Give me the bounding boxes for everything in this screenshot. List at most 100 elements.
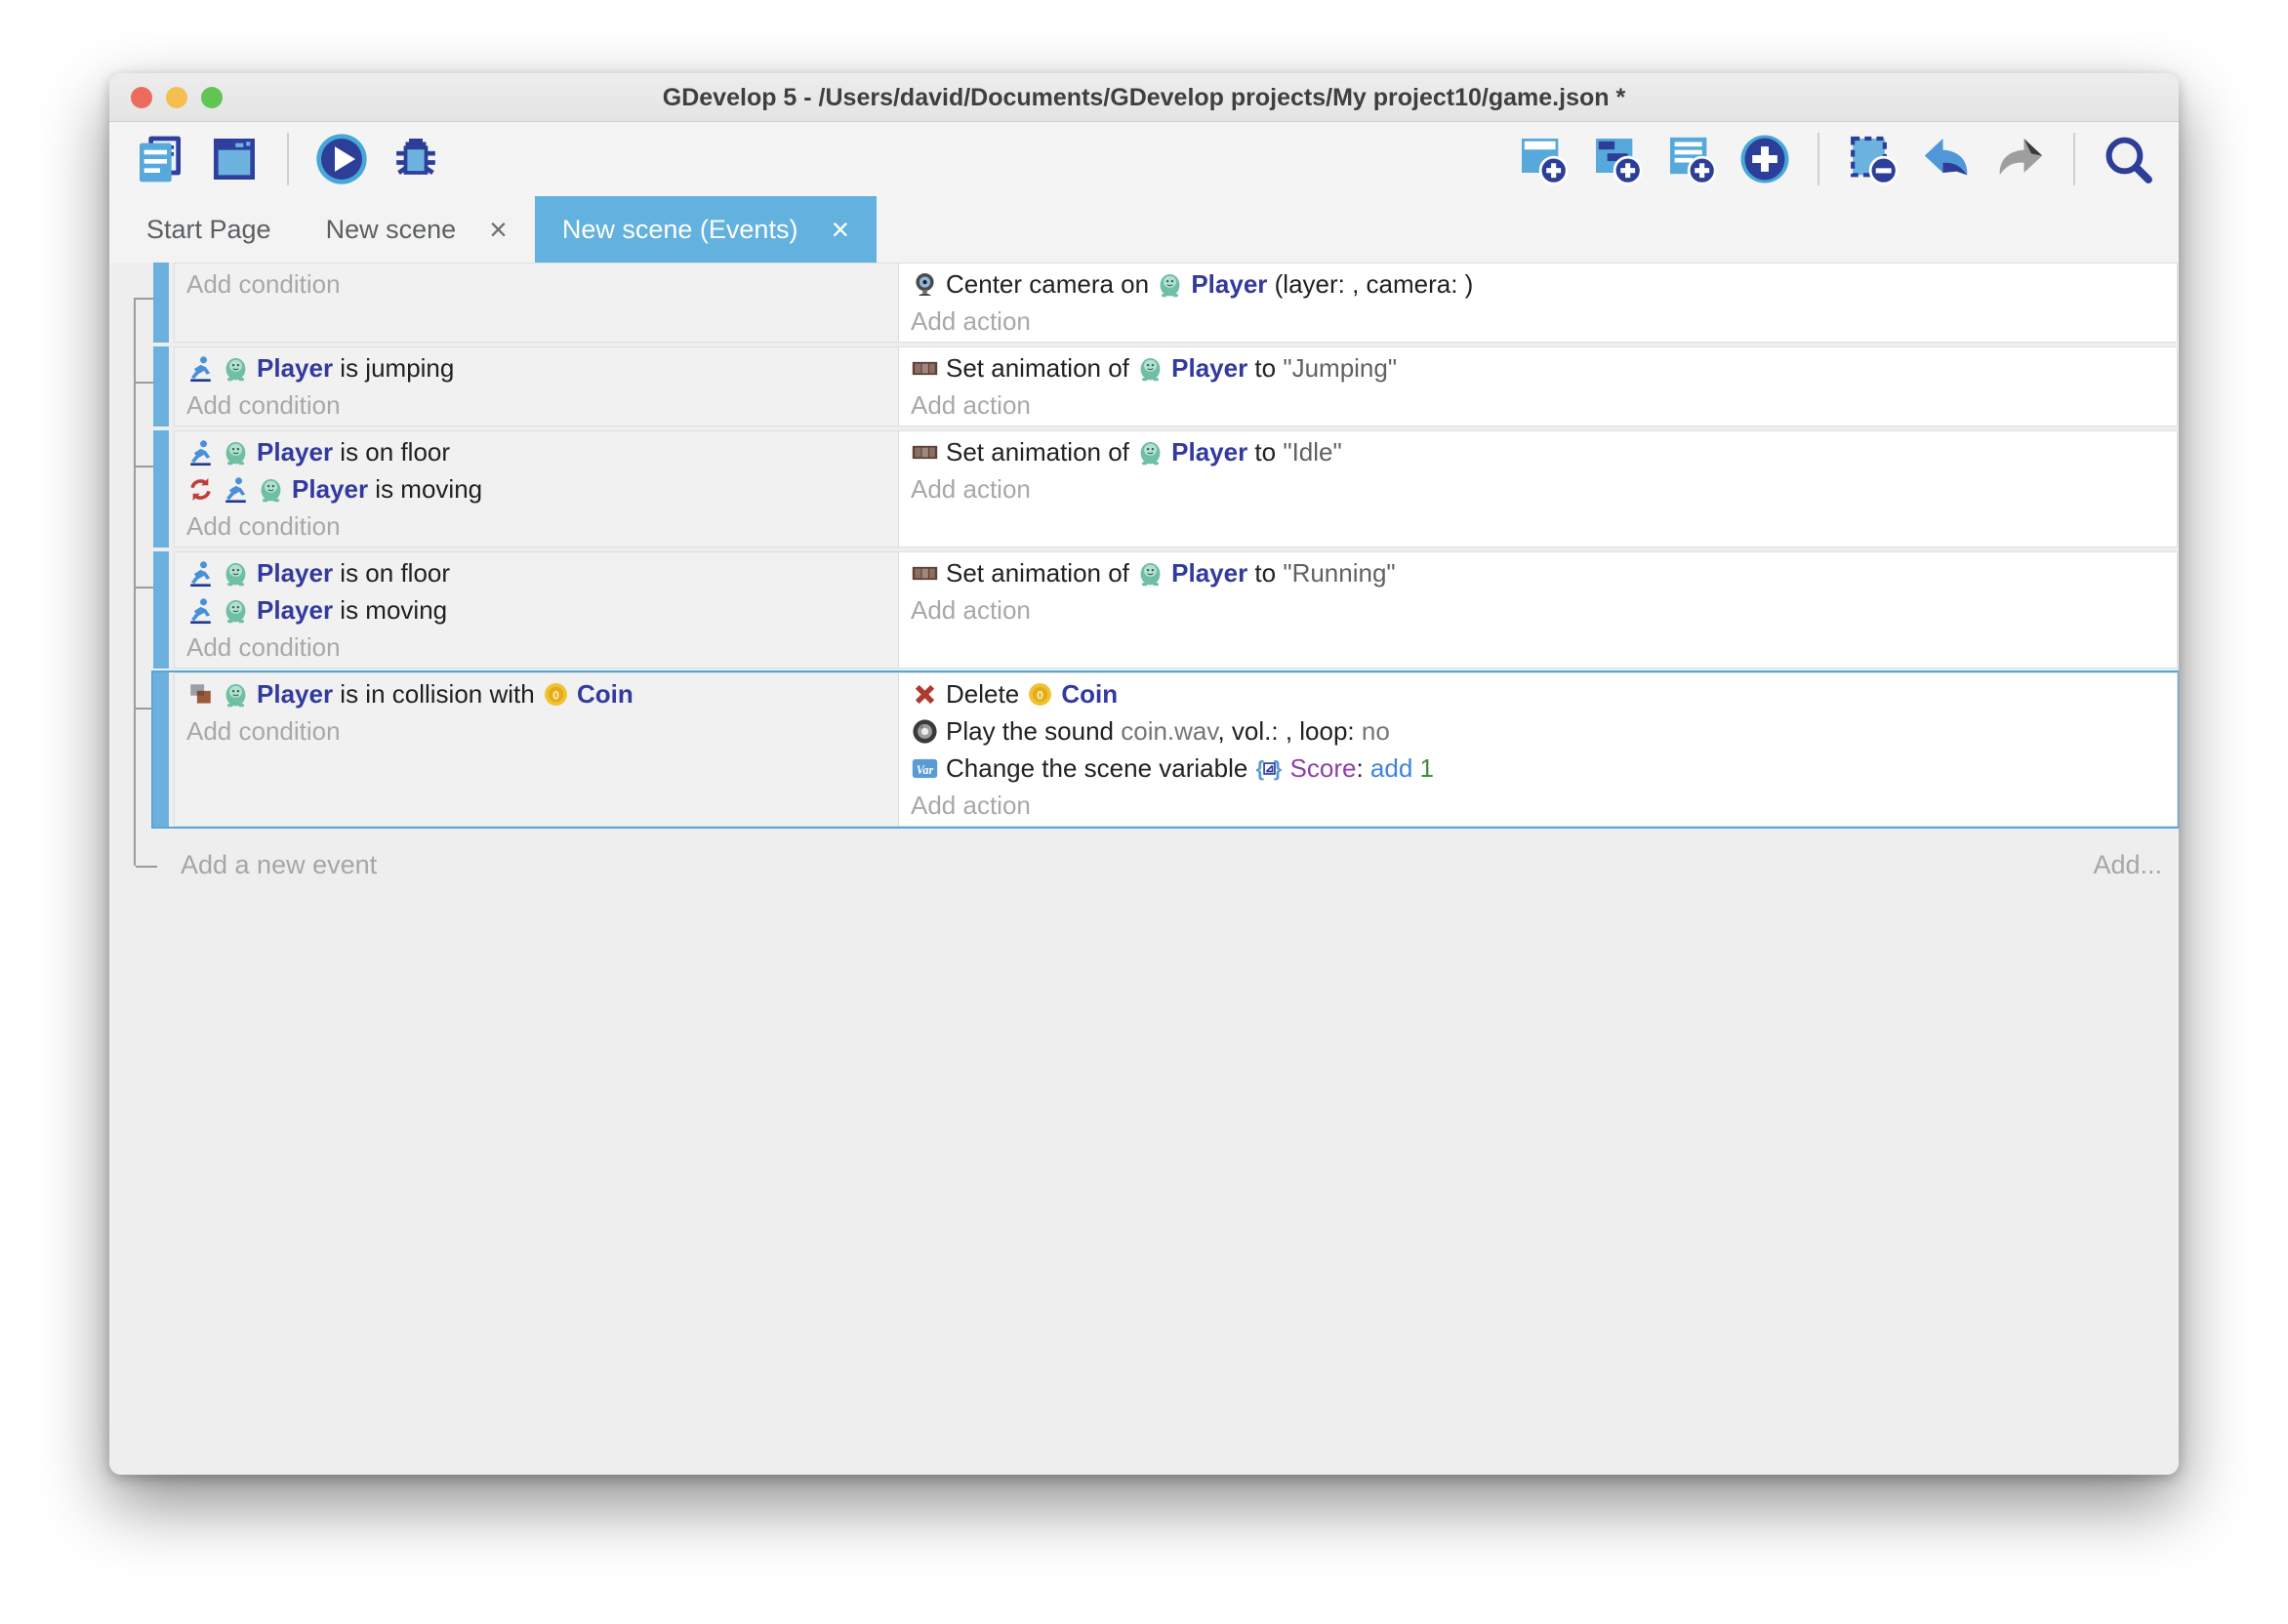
event-color-bar[interactable] — [153, 430, 169, 548]
event-content: Player is jumpingAdd condition Set animat… — [174, 346, 2178, 426]
condition-line[interactable]: Player is on floor — [186, 433, 886, 470]
add-action-placeholder[interactable]: Add action — [911, 303, 2165, 340]
search-button[interactable] — [2099, 130, 2157, 188]
text-segment: is in collision with — [333, 679, 542, 709]
project-manager-button[interactable] — [131, 130, 189, 188]
platformer-icon — [222, 475, 250, 504]
play-button[interactable] — [312, 130, 371, 188]
add-action-placeholder[interactable]: Add action — [911, 591, 2165, 629]
event-row[interactable]: Add condition Center camera on Player (la… — [153, 263, 2178, 343]
text-segment: coin.wav — [1121, 716, 1217, 746]
text-segment: (layer: , camera: ) — [1267, 269, 1473, 299]
text-segment: Player — [1171, 353, 1247, 383]
condition-line[interactable]: Player is in collision with 0Coin — [186, 675, 886, 712]
svg-text:Var: Var — [917, 763, 934, 777]
conditions-cell: Player is on floorPlayer is movingAdd co… — [175, 431, 899, 547]
delete-selection-button[interactable] — [1843, 130, 1901, 188]
add-comment-button[interactable] — [1661, 130, 1720, 188]
text-segment: Player — [257, 353, 333, 383]
event-row[interactable]: Player is in collision with 0CoinAdd con… — [153, 672, 2178, 827]
undo-button[interactable] — [1917, 130, 1976, 188]
animation-icon — [911, 354, 939, 383]
tab-close-icon[interactable]: × — [489, 214, 508, 245]
event-content: Player is on floorPlayer is movingAdd co… — [174, 430, 2178, 548]
toolbar-separator — [287, 133, 289, 185]
add-action-placeholder[interactable]: Add action — [911, 386, 2165, 424]
event-color-bar[interactable] — [153, 551, 169, 669]
tab-new-scene-events[interactable]: New scene (Events)× — [535, 196, 877, 263]
event-row[interactable]: Player is on floorPlayer is movingAdd co… — [153, 430, 2178, 548]
add-condition-placeholder[interactable]: Add condition — [186, 386, 886, 424]
tab-close-icon[interactable]: × — [831, 214, 849, 245]
toolbar-left-group — [131, 130, 445, 188]
text-segment: to — [1247, 353, 1283, 383]
event-color-bar[interactable] — [153, 672, 169, 827]
animation-icon — [911, 559, 939, 588]
action-line[interactable]: Play the sound coin.wav, vol.: , loop: n… — [911, 712, 2165, 750]
toolbar-separator — [2073, 133, 2075, 185]
add-action-placeholder[interactable]: Add action — [911, 470, 2165, 508]
event-tree-line — [136, 298, 153, 300]
add-subevent-button[interactable] — [1587, 130, 1646, 188]
toolbar-separator — [1818, 133, 1819, 185]
add-circle-button[interactable] — [1736, 130, 1794, 188]
event-content: Player is in collision with 0CoinAdd con… — [174, 672, 2178, 827]
text-segment: is on floor — [333, 558, 450, 588]
debug-button[interactable] — [387, 130, 445, 188]
action-line[interactable]: Set animation of Player to "Running" — [911, 554, 2165, 591]
add-event-icon — [1515, 132, 1570, 186]
event-color-bar[interactable] — [153, 263, 169, 343]
actions-cell: Delete 0 CoinPlay the sound coin.wav, vol… — [899, 673, 2177, 826]
add-condition-placeholder[interactable]: Add condition — [186, 508, 886, 545]
tab-start-page[interactable]: Start Page — [119, 196, 299, 263]
action-line[interactable]: VarChange the scene variable {}Score: ad… — [911, 750, 2165, 787]
redo-button[interactable] — [1991, 130, 2050, 188]
play-icon — [314, 132, 369, 186]
action-line[interactable]: Center camera on Player (layer: , camera… — [911, 265, 2165, 303]
svg-text:0: 0 — [1038, 688, 1044, 702]
condition-line[interactable]: Player is moving — [186, 591, 886, 629]
text-segment: Delete — [946, 679, 1026, 709]
action-line[interactable]: Set animation of Player to "Jumping" — [911, 349, 2165, 386]
tab-new-scene[interactable]: New scene × — [299, 196, 535, 263]
text-segment: add — [1370, 753, 1412, 783]
project-manager-icon — [133, 132, 187, 186]
event-row[interactable]: Player is on floorPlayer is movingAdd co… — [153, 551, 2178, 669]
add-condition-placeholder[interactable]: Add condition — [186, 629, 886, 666]
webcam-icon — [911, 270, 939, 299]
condition-line[interactable]: Player is moving — [186, 470, 886, 508]
event-tree-line — [136, 466, 153, 467]
scene-editor-button[interactable] — [205, 130, 264, 188]
player-icon — [257, 475, 285, 504]
animation-icon — [911, 438, 939, 467]
event-row[interactable]: Player is jumpingAdd condition Set animat… — [153, 346, 2178, 426]
add-condition-placeholder[interactable]: Add condition — [186, 265, 886, 303]
add-event-button[interactable] — [1513, 130, 1572, 188]
add-condition-placeholder[interactable]: Add condition — [186, 712, 886, 750]
event-tree-line — [136, 708, 153, 710]
add-subevent-icon — [1589, 132, 1644, 186]
player-icon — [1136, 559, 1164, 588]
text-segment: Player — [1171, 437, 1247, 467]
redo-icon — [1993, 132, 2048, 186]
text-segment: Player — [292, 474, 368, 504]
tab-label: New scene — [326, 215, 457, 245]
text-segment: Coin — [1061, 679, 1118, 709]
event-color-bar[interactable] — [153, 346, 169, 426]
add-new-event-button[interactable]: Add a new event — [181, 850, 377, 880]
platformer-icon — [186, 354, 215, 383]
text-segment: Set animation of — [946, 437, 1136, 467]
action-line[interactable]: Delete 0 Coin — [911, 675, 2165, 712]
add-more-button[interactable]: Add... — [2093, 850, 2162, 880]
text-segment: Set animation of — [946, 558, 1136, 588]
sound-icon — [911, 717, 939, 746]
toolbar-right-group — [1513, 130, 2157, 188]
conditions-cell: Player is on floorPlayer is movingAdd co… — [175, 552, 899, 668]
condition-line[interactable]: Player is on floor — [186, 554, 886, 591]
player-icon — [222, 438, 250, 467]
condition-line[interactable]: Player is jumping — [186, 349, 886, 386]
platformer-icon — [186, 438, 215, 467]
text-segment: Change the scene variable — [946, 753, 1255, 783]
action-line[interactable]: Set animation of Player to "Idle" — [911, 433, 2165, 470]
add-action-placeholder[interactable]: Add action — [911, 787, 2165, 824]
